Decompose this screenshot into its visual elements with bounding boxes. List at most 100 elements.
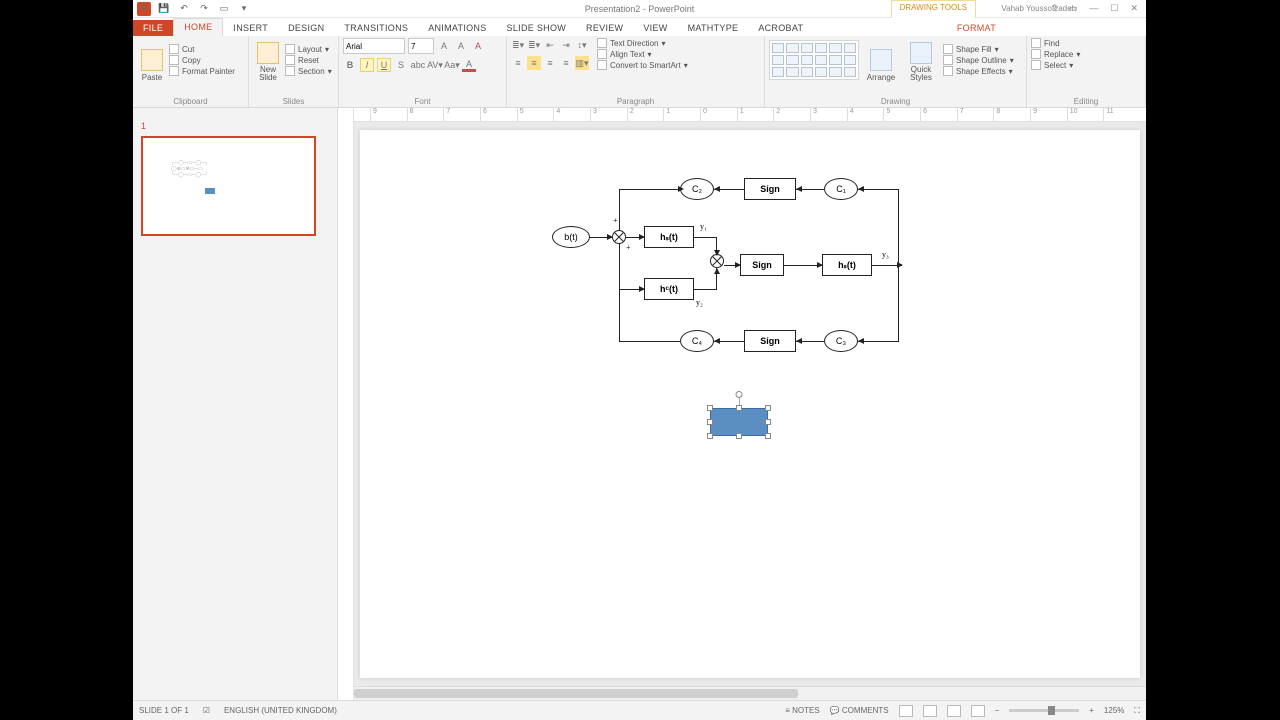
- zoom-slider[interactable]: [1009, 709, 1079, 712]
- find-button[interactable]: Find: [1031, 38, 1141, 48]
- select-button[interactable]: Select▾: [1031, 60, 1141, 70]
- fit-window-icon[interactable]: ⛶: [1134, 706, 1140, 716]
- resize-handle[interactable]: [736, 405, 742, 411]
- tab-transitions[interactable]: TRANSITIONS: [334, 20, 418, 36]
- spellcheck-icon[interactable]: ☑: [203, 706, 210, 715]
- copy-button[interactable]: Copy: [169, 55, 235, 65]
- node-c2[interactable]: C₂: [680, 178, 714, 200]
- tab-format[interactable]: FORMAT: [947, 20, 1006, 36]
- font-color-icon[interactable]: A: [462, 58, 476, 72]
- resize-handle[interactable]: [707, 419, 713, 425]
- shapes-gallery[interactable]: [769, 40, 859, 80]
- slide-thumbnail[interactable]: ┌─◯─▭─◯─┐◯⊗▭⊗▭─▭└─◯─▭─◯─┘: [141, 136, 316, 236]
- tab-slideshow[interactable]: SLIDE SHOW: [497, 20, 577, 36]
- comments-button[interactable]: 💬 COMMENTS: [830, 706, 889, 715]
- horizontal-scrollbar[interactable]: [354, 686, 1146, 700]
- slide-panel[interactable]: 1 ┌─◯─▭─◯─┐◯⊗▭⊗▭─▭└─◯─▭─◯─┘: [133, 108, 338, 700]
- ribbon-opts-icon[interactable]: ▭: [1069, 3, 1078, 14]
- zoom-out-icon[interactable]: −: [995, 706, 1000, 715]
- strike-icon[interactable]: S: [394, 58, 408, 72]
- notes-button[interactable]: ≡ NOTES: [785, 706, 819, 715]
- sum-left[interactable]: [612, 230, 626, 244]
- resize-handle[interactable]: [707, 433, 713, 439]
- font-name-input[interactable]: [343, 38, 405, 54]
- linespacing-icon[interactable]: ↕▾: [575, 38, 589, 52]
- zoom-level[interactable]: 125%: [1104, 706, 1124, 715]
- bullets-icon[interactable]: ≣▾: [511, 38, 525, 52]
- case-icon[interactable]: Aa▾: [445, 58, 459, 72]
- resize-handle[interactable]: [765, 433, 771, 439]
- tab-design[interactable]: DESIGN: [278, 20, 334, 36]
- tab-animations[interactable]: ANIMATIONS: [418, 20, 496, 36]
- quick-styles-button[interactable]: Quick Styles: [903, 38, 939, 82]
- qat-more-icon[interactable]: ▾: [237, 2, 251, 16]
- layout-button[interactable]: Layout▾: [285, 44, 332, 54]
- font-size-input[interactable]: [408, 38, 434, 54]
- reset-button[interactable]: Reset: [285, 55, 332, 65]
- node-hc[interactable]: hᶜ(t): [644, 278, 694, 300]
- shape-effects-button[interactable]: Shape Effects▾: [943, 66, 1014, 76]
- align-center-icon[interactable]: ≡: [527, 56, 541, 70]
- tab-view[interactable]: VIEW: [633, 20, 677, 36]
- tab-acrobat[interactable]: ACROBAT: [748, 20, 813, 36]
- tab-review[interactable]: REVIEW: [576, 20, 633, 36]
- tab-mathtype[interactable]: MathType: [678, 20, 749, 36]
- node-bt[interactable]: b(t): [552, 226, 590, 248]
- node-c1[interactable]: C₁: [824, 178, 858, 200]
- format-painter-button[interactable]: Format Painter: [169, 66, 235, 76]
- replace-button[interactable]: Replace▾: [1031, 49, 1141, 59]
- underline-icon[interactable]: U: [377, 58, 391, 72]
- normal-view-icon[interactable]: [899, 705, 913, 717]
- reading-view-icon[interactable]: [947, 705, 961, 717]
- node-sign-bot[interactable]: Sign: [744, 330, 796, 352]
- arrange-button[interactable]: Arrange: [863, 38, 899, 82]
- resize-handle[interactable]: [765, 419, 771, 425]
- align-left-icon[interactable]: ≡: [511, 56, 525, 70]
- node-sign-top[interactable]: Sign: [744, 178, 796, 200]
- italic-icon[interactable]: I: [360, 58, 374, 72]
- sorter-view-icon[interactable]: [923, 705, 937, 717]
- dedent-icon[interactable]: ⇤: [543, 38, 557, 52]
- paste-button[interactable]: Paste: [137, 38, 167, 82]
- tab-insert[interactable]: INSERT: [223, 20, 278, 36]
- resize-handle[interactable]: [736, 433, 742, 439]
- section-button[interactable]: Section▾: [285, 66, 332, 76]
- save-icon[interactable]: 💾: [157, 2, 171, 16]
- zoom-in-icon[interactable]: +: [1089, 706, 1094, 715]
- tab-file[interactable]: FILE: [133, 20, 173, 36]
- clear-format-icon[interactable]: A: [471, 39, 485, 53]
- align-right-icon[interactable]: ≡: [543, 56, 557, 70]
- new-slide-button[interactable]: New Slide: [253, 38, 283, 82]
- node-hs2[interactable]: hₛ(t): [822, 254, 872, 276]
- tab-home[interactable]: HOME: [173, 18, 223, 36]
- slide-canvas[interactable]: C₂ Sign C₁ b(t) hₛ(t) Sign hₛ(t) hᶜ(t) C…: [360, 130, 1140, 678]
- justify-icon[interactable]: ≡: [559, 56, 573, 70]
- node-c4[interactable]: C₄: [680, 330, 714, 352]
- close-icon[interactable]: ✕: [1130, 3, 1138, 14]
- numbering-icon[interactable]: ≣▾: [527, 38, 541, 52]
- shadow-icon[interactable]: abc: [411, 58, 425, 72]
- rotate-handle[interactable]: [736, 391, 743, 398]
- grow-font-icon[interactable]: A: [437, 39, 451, 53]
- cut-button[interactable]: Cut: [169, 44, 235, 54]
- help-icon[interactable]: ?: [1052, 3, 1057, 14]
- undo-icon[interactable]: ↶: [177, 2, 191, 16]
- bold-icon[interactable]: B: [343, 58, 357, 72]
- node-sign-mid[interactable]: Sign: [740, 254, 784, 276]
- node-c3[interactable]: C₃: [824, 330, 858, 352]
- text-direction-button[interactable]: Text Direction▾: [597, 38, 688, 48]
- maximize-icon[interactable]: ☐: [1110, 3, 1118, 14]
- start-icon[interactable]: ▭: [217, 2, 231, 16]
- shrink-font-icon[interactable]: A: [454, 39, 468, 53]
- resize-handle[interactable]: [765, 405, 771, 411]
- indent-icon[interactable]: ⇥: [559, 38, 573, 52]
- shape-fill-button[interactable]: Shape Fill▾: [943, 44, 1014, 54]
- convert-smartart-button[interactable]: Convert to SmartArt▾: [597, 60, 688, 70]
- spacing-icon[interactable]: AV▾: [428, 58, 442, 72]
- redo-icon[interactable]: ↷: [197, 2, 211, 16]
- selected-shape[interactable]: [710, 408, 768, 436]
- node-hs1[interactable]: hₛ(t): [644, 226, 694, 248]
- sum-right[interactable]: [710, 254, 724, 268]
- columns-icon[interactable]: ▥▾: [575, 56, 589, 70]
- shape-outline-button[interactable]: Shape Outline▾: [943, 55, 1014, 65]
